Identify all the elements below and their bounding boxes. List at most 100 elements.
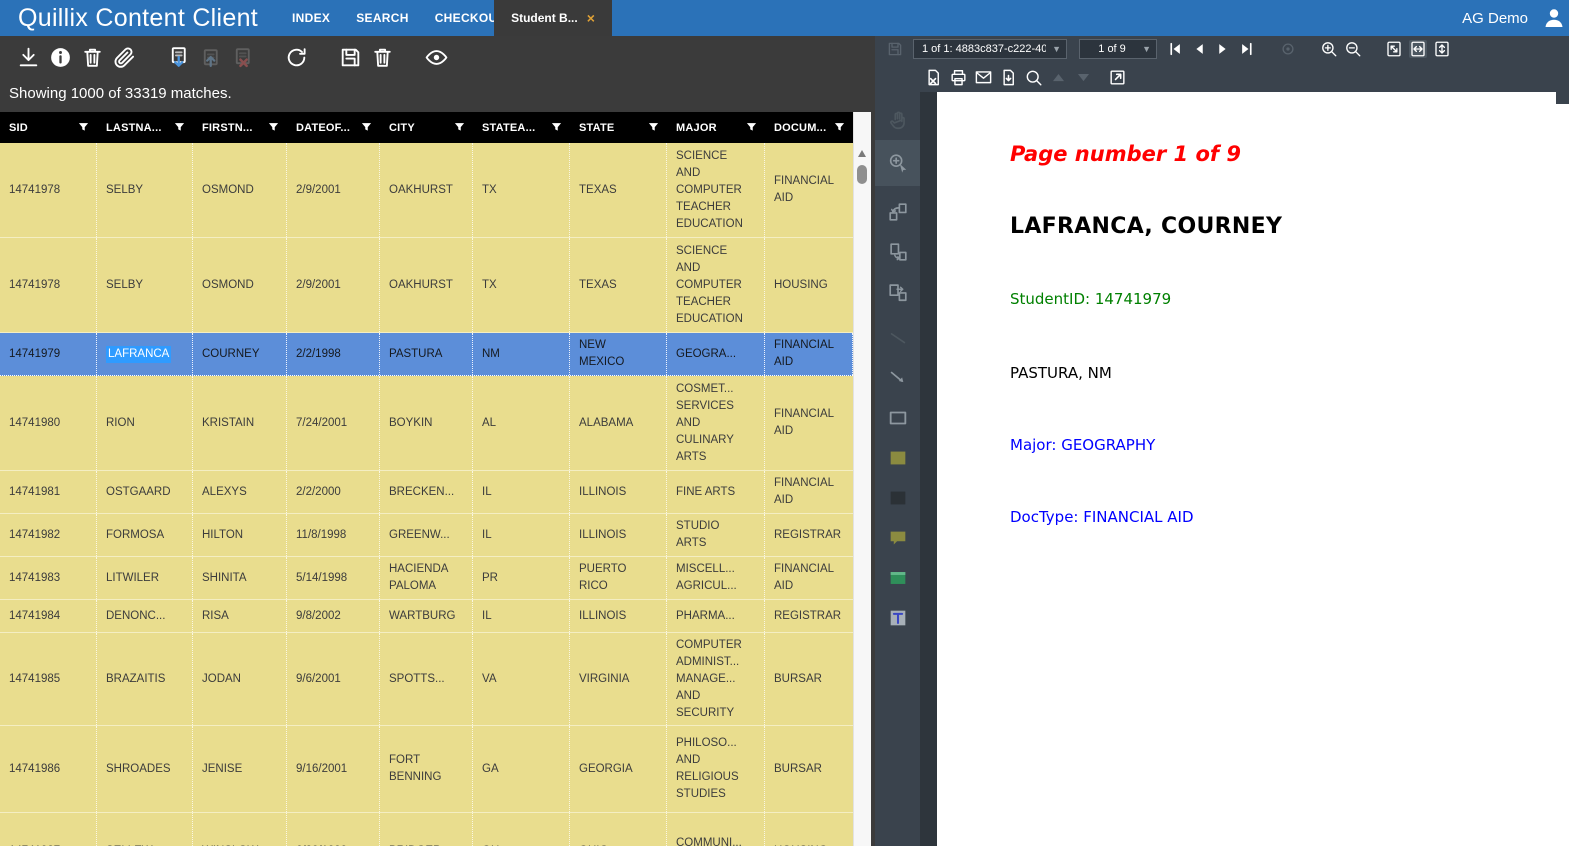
copy-pages-icon: [887, 241, 909, 263]
arrow-tool[interactable]: [875, 358, 920, 398]
save-icon[interactable]: [338, 45, 363, 70]
first-page-icon[interactable]: [1166, 40, 1184, 58]
rotate-pages-tool[interactable]: [875, 192, 920, 232]
column-header-dateof[interactable]: DATEOF...: [287, 112, 380, 143]
nav-item-search[interactable]: SEARCH: [356, 11, 408, 25]
table-cell: IL: [473, 600, 570, 632]
viewer-toolbar-secondary: [875, 62, 1569, 92]
move-pages-tool[interactable]: [875, 272, 920, 312]
results-table: 14741978 SELBY OSMOND 2/9/2001 OAKHURST TX TEX…: [0, 143, 853, 846]
zoom-out-icon[interactable]: [1344, 40, 1362, 58]
checkin-document-icon[interactable]: [166, 45, 191, 70]
search-icon[interactable]: [1024, 68, 1043, 87]
tab-student-batch[interactable]: Student B... ×: [494, 0, 612, 36]
email-icon[interactable]: [974, 68, 993, 87]
stamp-tool[interactable]: [875, 558, 920, 598]
table-cell: JODAN: [193, 633, 287, 725]
open-external-icon[interactable]: [1108, 68, 1127, 87]
stamp-icon: [887, 567, 909, 589]
table-cell: BRIDGEP...: [380, 813, 473, 846]
table-row[interactable]: 14741984 DENONC... RISA 9/8/2002 WARTBURG IL I…: [0, 600, 853, 633]
redaction-tool[interactable]: [875, 478, 920, 518]
viewer-toolbar-primary: 1 of 1: 4883c837-c222-40a8-b0... ▼ 1 of 9 ▼: [875, 36, 1569, 62]
filter-icon[interactable]: [647, 121, 660, 134]
table-cell: COMPUTER ADMINIST... MANAGE... AND SECUR…: [667, 633, 765, 725]
arrow-icon: [887, 367, 909, 389]
table-cell: TX: [473, 238, 570, 332]
table-cell: PR: [473, 557, 570, 599]
chevron-down-icon[interactable]: ▼: [1142, 44, 1151, 54]
table-cell: 9/8/2002: [287, 600, 380, 632]
table-header: SID LASTNA... FIRSTN... DATEOF... CITY STATEA…: [0, 112, 853, 143]
filter-icon[interactable]: [77, 121, 90, 134]
fit-height-icon[interactable]: [1433, 40, 1451, 58]
table-row[interactable]: 14741983 LITWILER SHINITA 5/14/1998 HACIENDA…: [0, 557, 853, 600]
person-icon[interactable]: [1542, 6, 1566, 30]
delete-icon[interactable]: [370, 45, 395, 70]
filter-icon[interactable]: [453, 121, 466, 134]
table-row[interactable]: 14741980 RION KRISTAIN 7/24/2001 BOYKIN AL ALA…: [0, 376, 853, 471]
table-row[interactable]: 14741985 BRAZAITIS JODAN 9/6/2001 SPOTTS... V…: [0, 633, 853, 726]
scrollbar-thumb[interactable]: [857, 165, 867, 184]
table-row[interactable]: 14741982 FORMOSA HILTON 11/8/1998 GREENW... I…: [0, 514, 853, 557]
highlight-tool[interactable]: [875, 438, 920, 478]
table-cell: PASTURA: [380, 333, 473, 375]
filter-icon[interactable]: [550, 121, 563, 134]
table-row[interactable]: 14741978 SELBY OSMOND 2/9/2001 OAKHURST TX TEX…: [0, 238, 853, 333]
column-header-state[interactable]: STATE: [570, 112, 667, 143]
filter-icon[interactable]: [745, 121, 758, 134]
copy-pages-tool[interactable]: [875, 232, 920, 272]
table-row[interactable]: 14741979 LAFRANCA COURNEY 2/2/1998 PASTURA NM…: [0, 333, 853, 376]
table-row[interactable]: 14741986 SHROADES JENISE 9/16/2001 FORT BENN…: [0, 726, 853, 813]
column-header-firstn[interactable]: FIRSTN...: [193, 112, 287, 143]
table-row[interactable]: 14741978 SELBY OSMOND 2/9/2001 OAKHURST TX TEX…: [0, 143, 853, 238]
chevron-down-icon[interactable]: ▼: [1052, 44, 1061, 54]
delete-document-icon[interactable]: [80, 45, 105, 70]
prev-page-icon[interactable]: [1190, 40, 1208, 58]
column-header-lastna[interactable]: LASTNA...: [97, 112, 193, 143]
note-tool[interactable]: [875, 518, 920, 558]
view-icon[interactable]: [424, 45, 449, 70]
table-cell: ILLINOIS: [570, 471, 667, 513]
rectangle-tool[interactable]: [875, 398, 920, 438]
fit-width-icon[interactable]: [1409, 40, 1427, 58]
last-page-icon[interactable]: [1238, 40, 1256, 58]
app-window: Quillix Content Client INDEX SEARCH CHECKO…: [0, 0, 1569, 846]
refresh-icon[interactable]: [284, 45, 309, 70]
download-icon[interactable]: [16, 45, 41, 70]
filter-icon[interactable]: [173, 121, 186, 134]
filter-icon[interactable]: [267, 121, 280, 134]
column-header-major[interactable]: MAJOR: [667, 112, 765, 143]
document-select-dropdown[interactable]: 1 of 1: 4883c837-c222-40a8-b0... ▼: [913, 39, 1067, 59]
next-page-icon[interactable]: [1214, 40, 1232, 58]
table-cell: JENISE: [193, 726, 287, 812]
zoom-region-tool[interactable]: [875, 140, 920, 186]
attachment-icon[interactable]: [112, 45, 137, 70]
table-row[interactable]: 14741987SELLEWWINSLOW6/20/1999BRIDGEP...…: [0, 813, 853, 846]
zoom-in-icon[interactable]: [1320, 40, 1338, 58]
export-page-icon[interactable]: [999, 68, 1018, 87]
page-select-dropdown[interactable]: 1 of 9 ▼: [1079, 39, 1157, 59]
column-header-statea[interactable]: STATEA...: [473, 112, 570, 143]
text-tool[interactable]: [875, 598, 920, 638]
table-cell: 14741984: [0, 600, 97, 632]
nav-item-index[interactable]: INDEX: [292, 11, 330, 25]
tab-close-icon[interactable]: ×: [587, 11, 595, 25]
column-header-docum[interactable]: DOCUM...: [765, 112, 853, 143]
document-select-value: 1 of 1: 4883c837-c222-40a8-b0...: [922, 43, 1047, 55]
column-header-city[interactable]: CITY: [380, 112, 473, 143]
scrollbar-up-arrow-icon[interactable]: [858, 150, 866, 157]
table-scrollbar[interactable]: [853, 112, 871, 846]
table-row[interactable]: 14741981 OSTGAARD ALEXYS 2/2/2000 BRECKEN...…: [0, 471, 853, 514]
fit-page-icon[interactable]: [1385, 40, 1403, 58]
column-header-sid[interactable]: SID: [0, 112, 97, 143]
info-icon[interactable]: [48, 45, 73, 70]
print-icon[interactable]: [949, 68, 968, 87]
table-cell: TEXAS: [570, 238, 667, 332]
filter-icon[interactable]: [833, 121, 846, 134]
table-cell: SELLEW: [97, 813, 193, 846]
viewer-scroll-corner[interactable]: [1556, 92, 1569, 104]
delete-page-icon[interactable]: [924, 68, 943, 87]
table-cell: GREENW...: [380, 514, 473, 556]
filter-icon[interactable]: [360, 121, 373, 134]
